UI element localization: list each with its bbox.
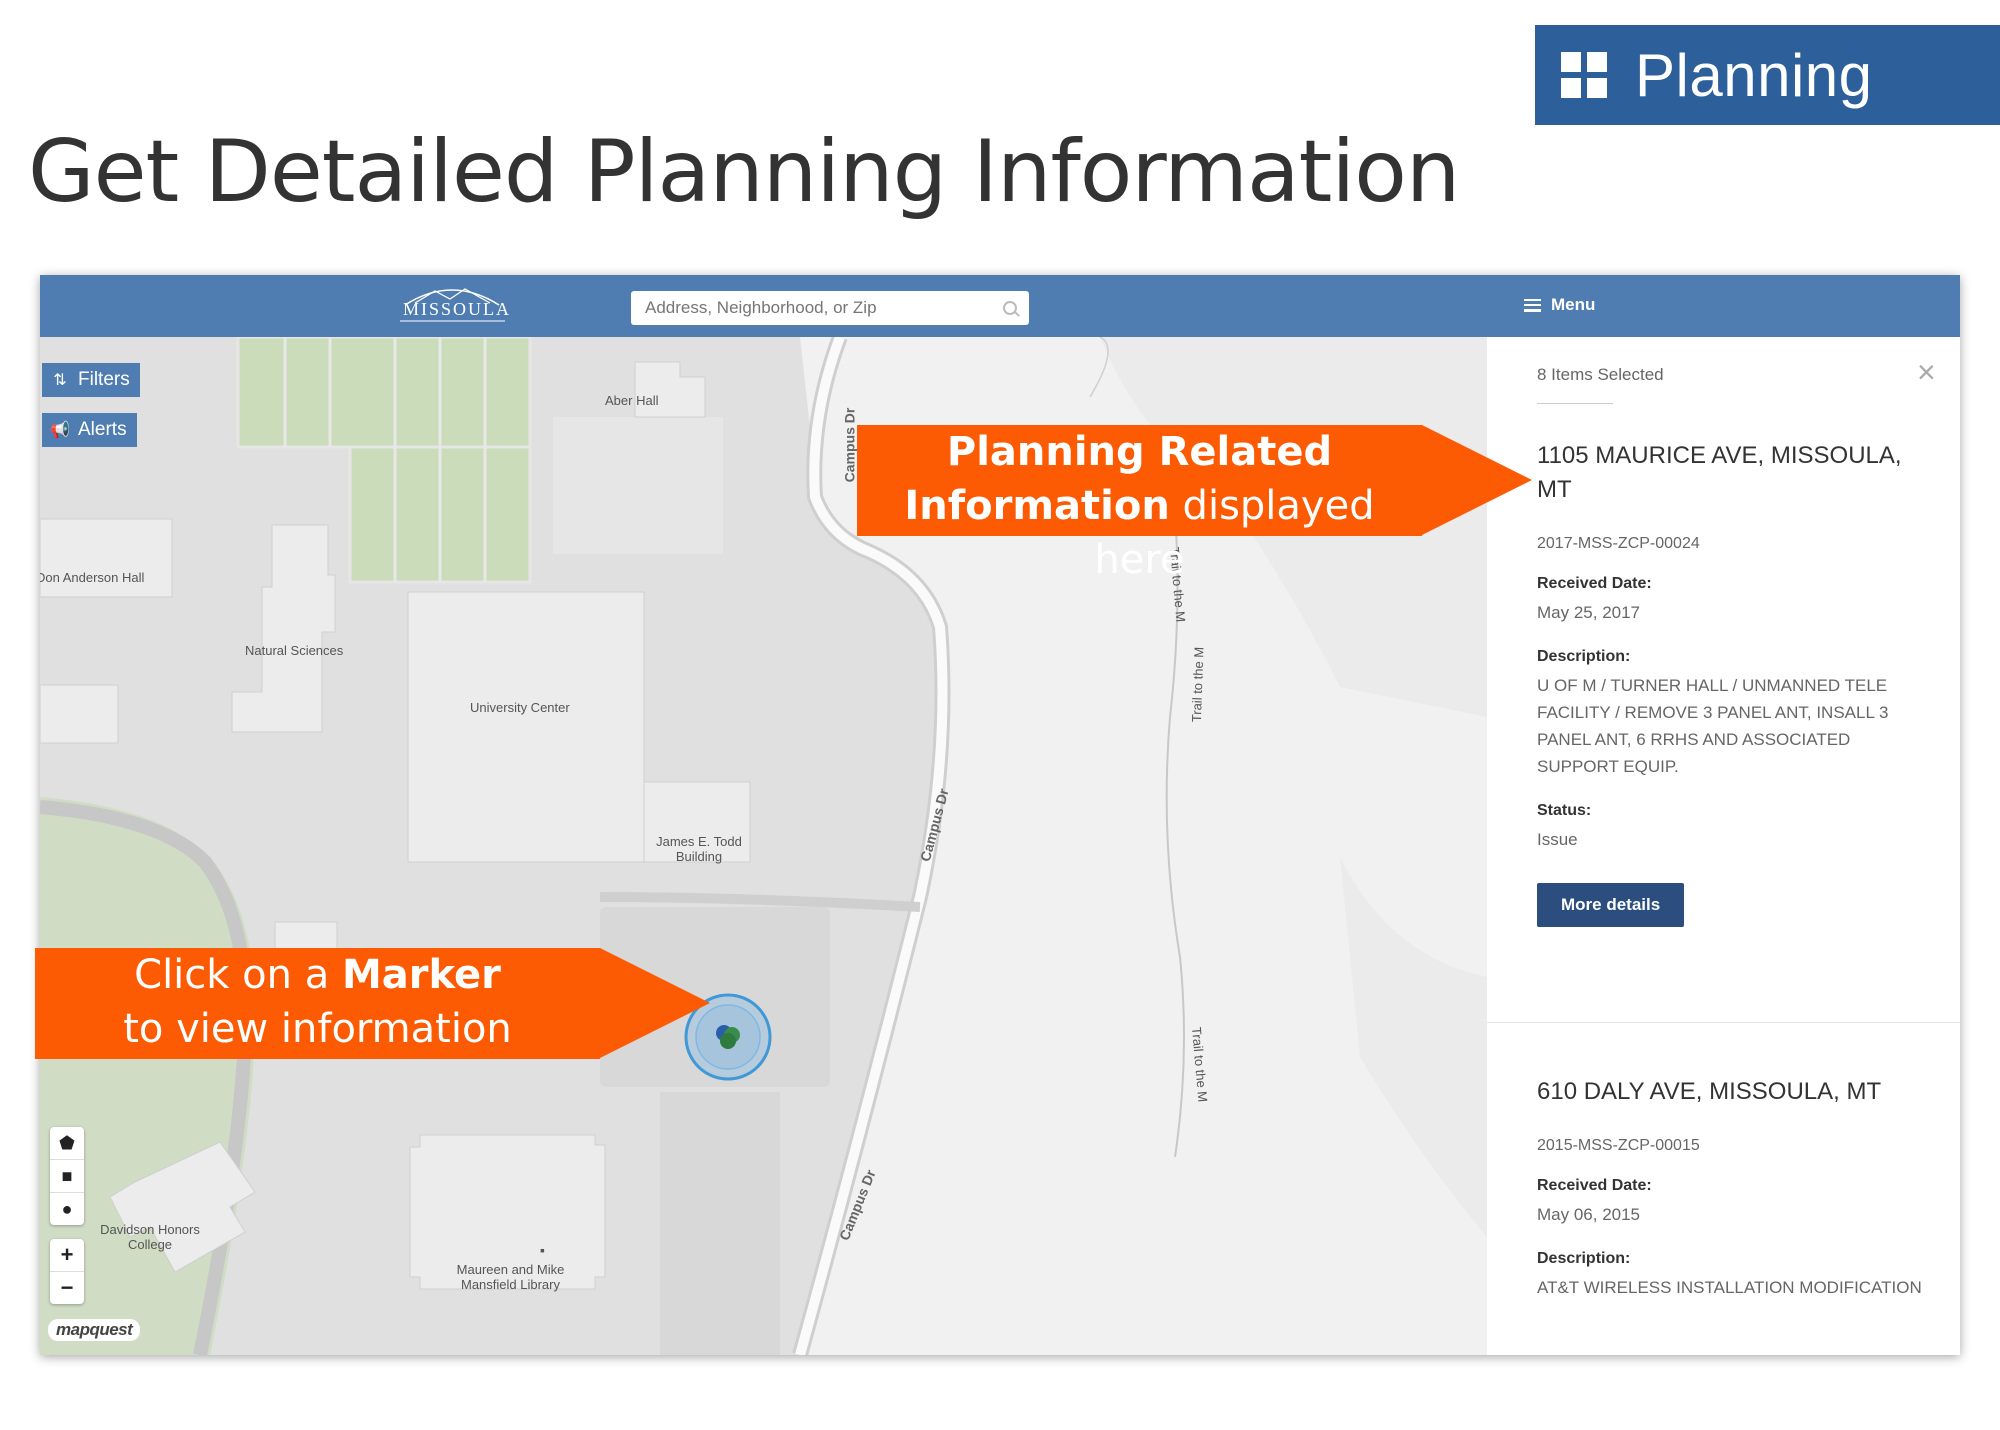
menu-button[interactable]: Menu — [1524, 295, 1595, 315]
marker-callout: Click on a Marker to view information — [35, 948, 600, 1059]
description-value: U OF M / TURNER HALL / UNMANNED TELE FAC… — [1537, 676, 1889, 776]
alerts-button[interactable]: 📢 Alerts — [42, 413, 137, 447]
record-separator — [1487, 1022, 1960, 1023]
megaphone-icon: 📢 — [50, 422, 70, 439]
panel-callout-arrow — [1422, 425, 1532, 535]
zoom-in-button[interactable]: + — [50, 1239, 84, 1272]
map-label-james-todd: James E. Todd Building — [656, 834, 742, 864]
map-label-davidson: Davidson Honors College — [100, 1222, 200, 1252]
record-1: 1105 MAURICE AVE, MISSOULA, MT 2017-MSS-… — [1537, 439, 1927, 927]
map-label-library: Maureen and Mike Mansfield Library — [456, 1262, 565, 1292]
status-value: Issue — [1537, 830, 1578, 849]
alerts-label: Alerts — [78, 419, 127, 440]
planning-badge: Planning — [1535, 25, 2000, 125]
description-label: Description: — [1537, 648, 1631, 665]
logo-text: MISSOULA — [403, 299, 512, 319]
filters-label: Filters — [78, 369, 130, 390]
record-case-number: 2017-MSS-ZCP-00024 — [1537, 535, 1700, 552]
record-address: 1105 MAURICE AVE, MISSOULA, MT — [1537, 442, 1902, 503]
search-input[interactable] — [643, 297, 987, 319]
marker-callout-arrow — [600, 948, 710, 1058]
received-date-value: May 25, 2017 — [1537, 603, 1641, 622]
circle-draw-icon[interactable]: ● — [50, 1193, 84, 1225]
zoom-control: + − — [50, 1239, 84, 1304]
filters-button[interactable]: ⇅ Filters — [42, 363, 140, 397]
filter-sliders-icon: ⇅ — [53, 372, 67, 389]
received-date-label: Received Date: — [1537, 1177, 1652, 1194]
badge-label: Planning — [1635, 41, 1873, 109]
marker-callout-bold: Marker — [341, 952, 501, 998]
draw-tools: ⬟ ■ ● — [50, 1127, 84, 1225]
selection-count: 8 Items Selected — [1537, 365, 1664, 384]
record-2: 610 DALY AVE, MISSOULA, MT 2015-MSS-ZCP-… — [1537, 1075, 1927, 1301]
close-icon[interactable]: × — [1917, 356, 1936, 388]
page-title: Get Detailed Planning Information — [28, 122, 1460, 222]
polygon-draw-icon[interactable]: ⬟ — [50, 1127, 84, 1160]
record-address: 610 DALY AVE, MISSOULA, MT — [1537, 1078, 1882, 1105]
mapquest-attribution[interactable]: mapquest — [48, 1319, 141, 1341]
status-label: Status: — [1537, 802, 1592, 819]
panel-callout: Planning Related Information displayed h… — [857, 425, 1422, 583]
library-book-icon: ▪ — [540, 1242, 545, 1258]
top-bar: MISSOULA Menu — [40, 275, 1960, 337]
rectangle-draw-icon[interactable]: ■ — [50, 1160, 84, 1193]
map-label-natural-sciences: Natural Sciences — [245, 643, 344, 658]
map-label-aber-hall: Aber Hall — [605, 393, 659, 408]
hamburger-icon — [1524, 298, 1541, 312]
search-box — [631, 291, 1029, 325]
missoula-logo[interactable]: MISSOULA — [395, 281, 510, 331]
marker-callout-line2: to view information — [123, 1006, 512, 1052]
description-label: Description: — [1537, 1250, 1631, 1267]
received-date-label: Received Date: — [1537, 575, 1652, 592]
marker-callout-pre: Click on a — [134, 952, 342, 998]
divider — [1537, 403, 1613, 404]
received-date-value: May 06, 2015 — [1537, 1205, 1641, 1224]
map-label-university-center: University Center — [470, 700, 570, 715]
more-details-button[interactable]: More details — [1537, 883, 1685, 927]
menu-label: Menu — [1551, 295, 1596, 314]
map-label-don-anderson: Don Anderson Hall — [40, 570, 145, 585]
record-case-number: 2015-MSS-ZCP-00015 — [1537, 1137, 1700, 1154]
road-label-campus-dr-1: Campus Dr — [841, 407, 858, 483]
description-value: AT&T WIRELESS INSTALLATION MODIFICATION — [1537, 1278, 1922, 1297]
zoom-out-button[interactable]: − — [50, 1272, 84, 1304]
grid-icon — [1561, 52, 1607, 98]
search-icon[interactable] — [1003, 301, 1017, 315]
trail-label-2: Trail to the M — [1188, 646, 1207, 723]
details-panel: 8 Items Selected × 1105 MAURICE AVE, MIS… — [1487, 337, 1960, 1355]
